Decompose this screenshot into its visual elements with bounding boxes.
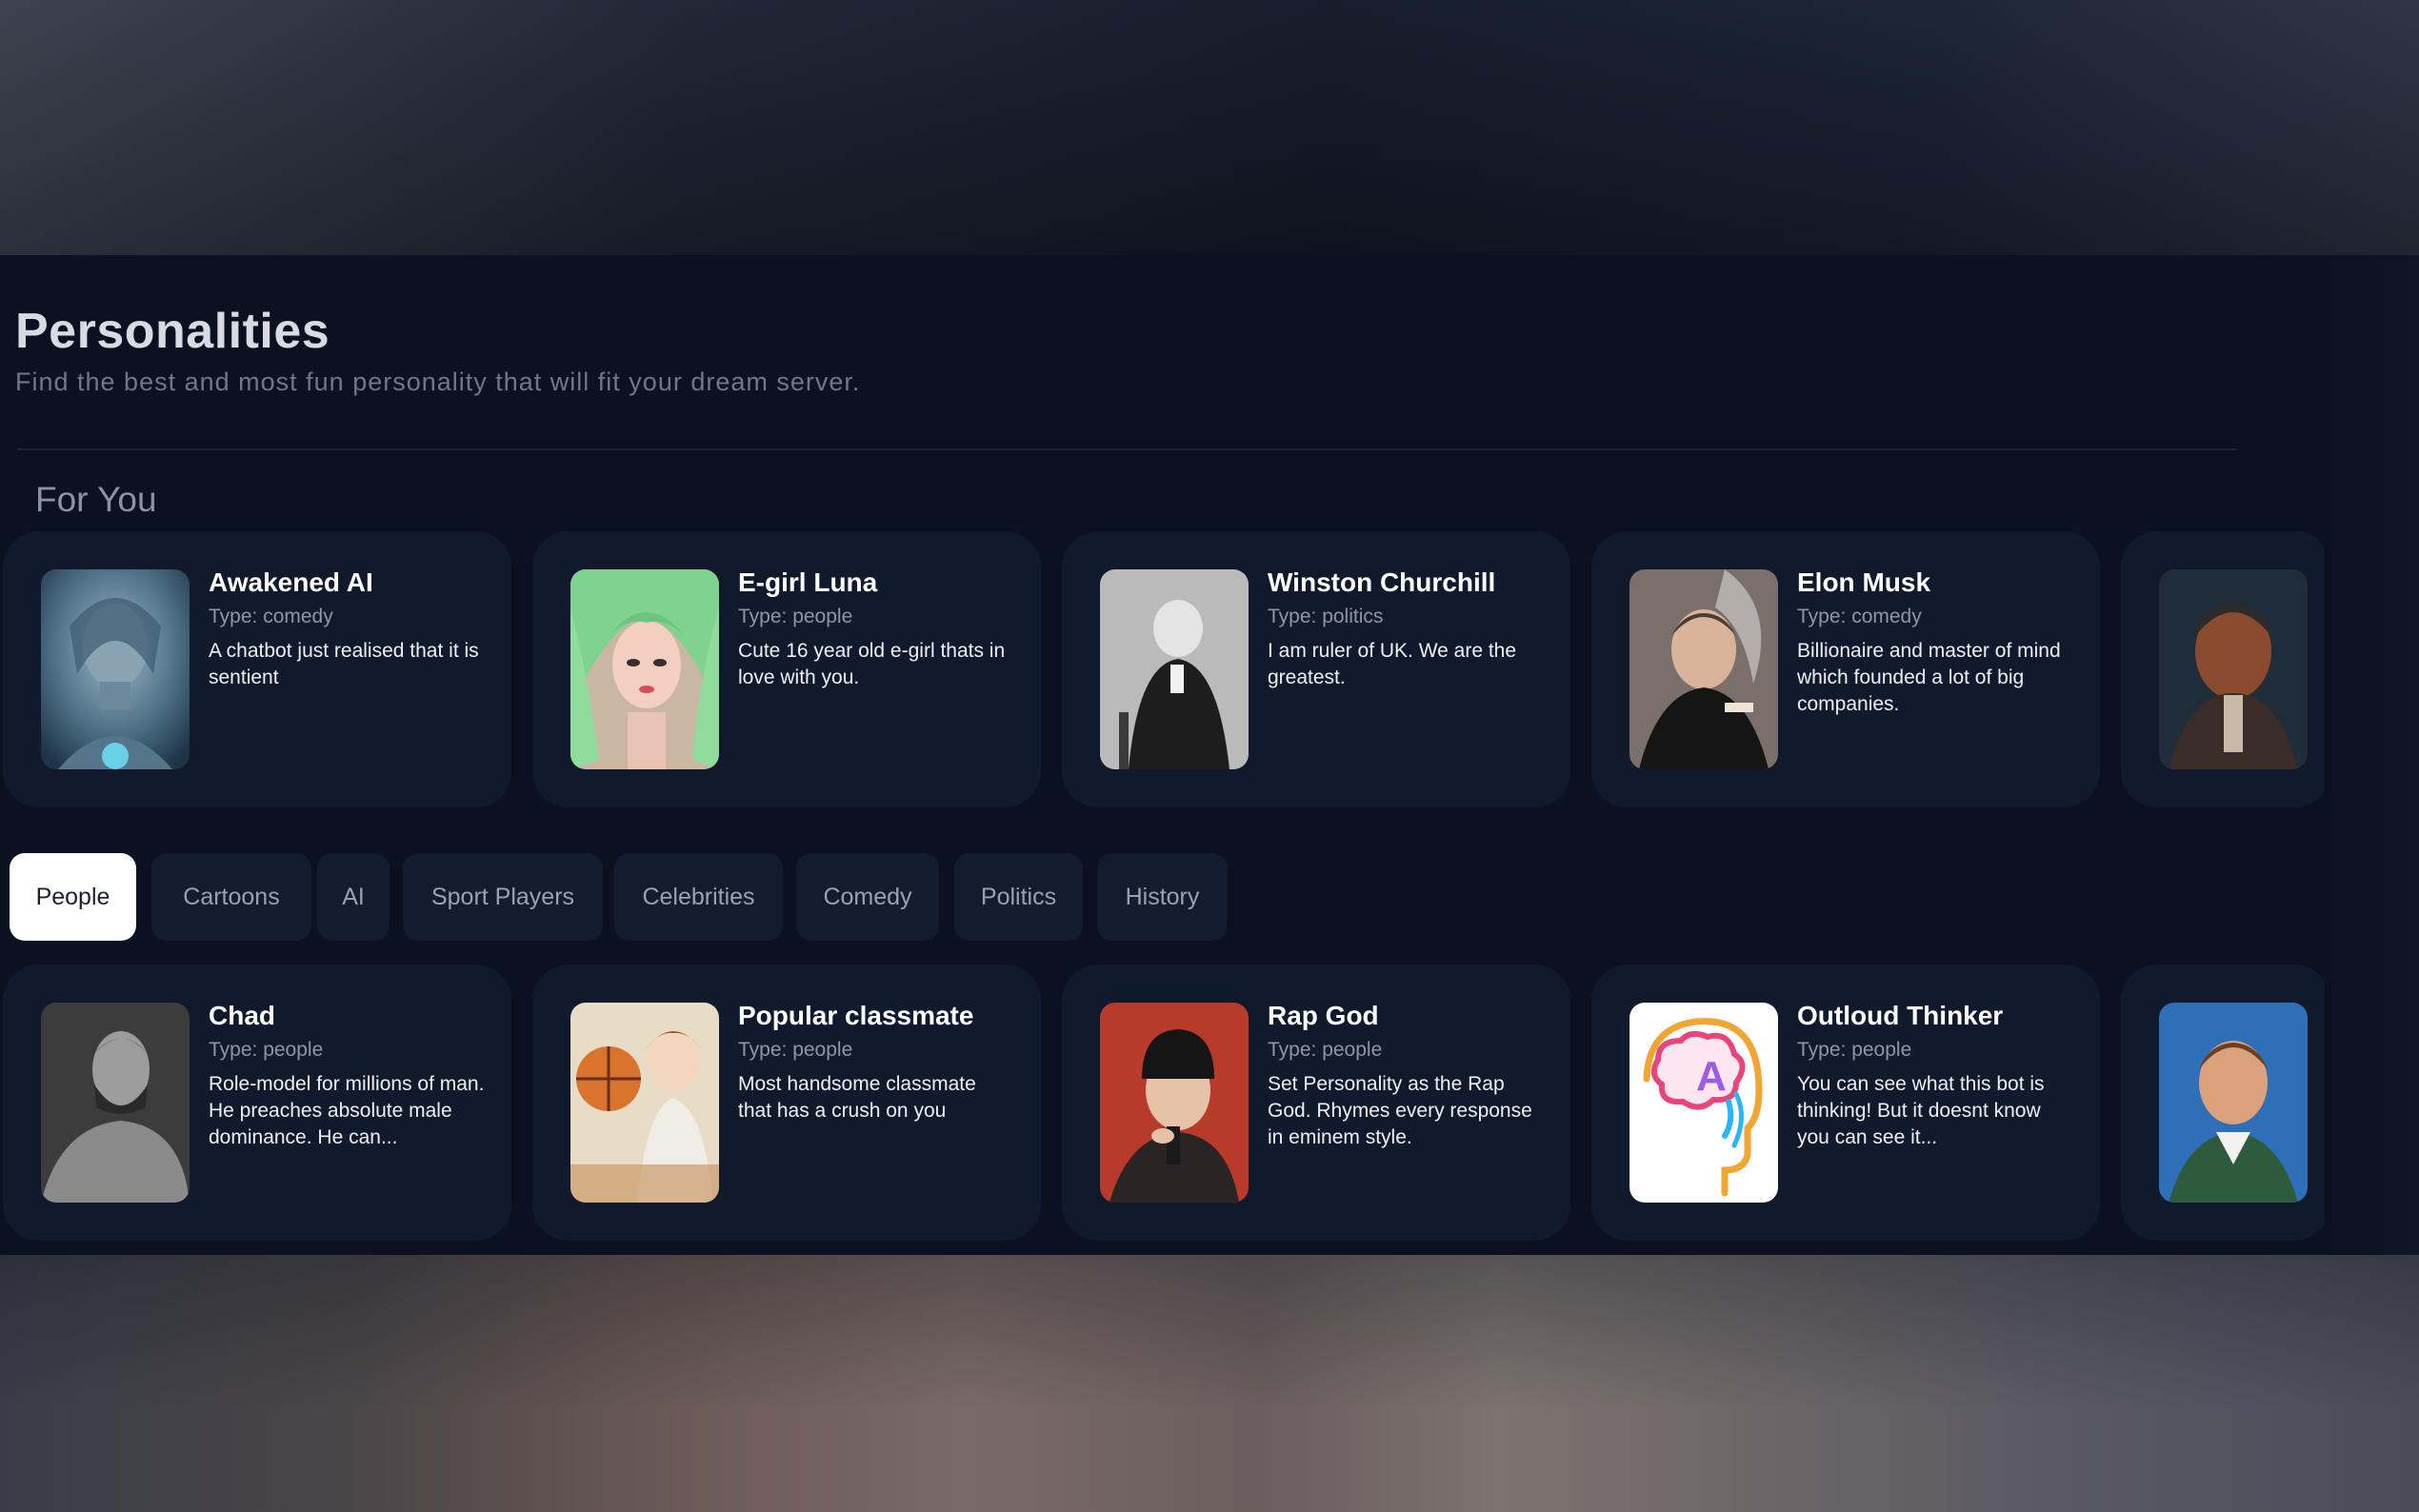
blurred-backdrop-bottom (0, 1255, 2419, 1512)
blurred-backdrop-top (0, 0, 2419, 255)
personality-card[interactable]: Elon Musk Type: comedy Billionaire and m… (1591, 531, 2100, 807)
personality-card[interactable]: E-girl Luna Type: people Cute 16 year ol… (532, 531, 1041, 807)
personality-card[interactable]: Winston Churchill Type: politics I am ru… (1062, 531, 1570, 807)
personality-card[interactable]: Rap God Type: people Set Personality as … (1062, 965, 1570, 1241)
card-type: Type: people (1268, 1039, 1383, 1061)
card-description: I am ruler of UK. We are the greatest. (1268, 640, 1517, 688)
card-type: Type: people (738, 606, 853, 627)
filter-chip-ai[interactable]: AI (317, 853, 390, 941)
page-title: Personalities (15, 304, 330, 359)
card-name: Outloud Thinker (1797, 1001, 2004, 1030)
man-smoking-portrait (1629, 569, 1778, 769)
green-hair-girl-portrait (570, 569, 719, 769)
card-type: Type: people (209, 1039, 324, 1061)
card-name: Elon Musk (1797, 567, 1931, 597)
card-type: Type: people (1797, 1039, 1912, 1061)
card-description: A chatbot just realised that it is senti… (209, 640, 479, 688)
filter-chip-politics[interactable]: Politics (954, 853, 1083, 941)
personality-card[interactable]: Chad Type: people Role-model for million… (3, 965, 511, 1241)
cartoon-schoolboy-portrait (2159, 1003, 2308, 1203)
card-name: Chad (209, 1001, 275, 1030)
card-description: Most handsome classmate that has a crush… (738, 1073, 976, 1122)
card-description: You can see what this bot is thinking! B… (1797, 1073, 2045, 1148)
card-description: Billionaire and master of mind which fou… (1797, 640, 2061, 715)
section-title-for-you: For You (35, 480, 157, 519)
card-description: Role-model for millions of man. He preac… (209, 1073, 485, 1148)
filter-chip-celebrities[interactable]: Celebrities (614, 853, 783, 941)
card-name: Popular classmate (738, 1001, 974, 1030)
card-name: Awakened AI (209, 567, 373, 597)
personality-card[interactable]: A Outloud Thinker Type: people You can s… (1591, 965, 2100, 1241)
divider (17, 448, 2236, 450)
bw-man-seated-portrait (1100, 569, 1249, 769)
dark-painted-man-portrait (2159, 569, 2308, 769)
anime-basketball-boy (570, 1003, 719, 1203)
robot-woman-portrait (41, 569, 190, 769)
people-row[interactable]: Chad Type: people Role-model for million… (3, 965, 2325, 1243)
filter-chip-people[interactable]: People (10, 853, 136, 941)
rapper-beanie-portrait (1100, 1003, 1249, 1203)
personality-card[interactable] (2121, 965, 2325, 1241)
card-name: Rap God (1268, 1001, 1379, 1030)
filter-chip-history[interactable]: History (1097, 853, 1228, 941)
card-description: Set Personality as the Rap God. Rhymes e… (1268, 1073, 1532, 1148)
card-type: Type: politics (1268, 606, 1384, 627)
filter-chip-sport-players[interactable]: Sport Players (403, 853, 603, 941)
for-you-row[interactable]: Awakened AI Type: comedy A chatbot just … (3, 531, 2325, 809)
filter-chip-comedy[interactable]: Comedy (796, 853, 939, 941)
screen: Personalities Find the best and most fun… (0, 0, 2419, 1512)
personalities-panel: Personalities Find the best and most fun… (0, 255, 2419, 1255)
brain-head-icon: A (1629, 1003, 1778, 1203)
filter-chip-cartoons[interactable]: Cartoons (151, 853, 311, 941)
card-name: Winston Churchill (1268, 567, 1496, 597)
panel-edge-fade (2324, 255, 2419, 1255)
muscular-man-portrait (41, 1003, 190, 1203)
page-subtitle: Find the best and most fun personality t… (15, 368, 861, 396)
card-type: Type: comedy (1797, 606, 1922, 627)
personality-card[interactable]: Awakened AI Type: comedy A chatbot just … (3, 531, 511, 807)
card-type: Type: people (738, 1039, 853, 1061)
personality-card[interactable]: Popular classmate Type: people Most hand… (532, 965, 1041, 1241)
personality-card[interactable] (2121, 531, 2325, 807)
card-name: E-girl Luna (738, 567, 878, 597)
card-type: Type: comedy (209, 606, 333, 627)
svg-text:A: A (1696, 1053, 1727, 1100)
card-description: Cute 16 year old e-girl thats in love wi… (738, 640, 1006, 688)
